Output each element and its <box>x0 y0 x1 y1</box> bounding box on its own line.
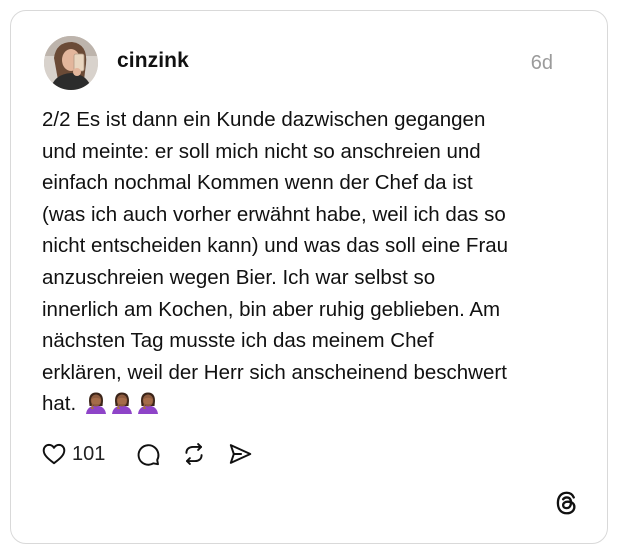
threads-logo[interactable] <box>553 489 581 517</box>
face-palm-woman-emoji <box>110 390 134 415</box>
like-count: 101 <box>72 442 106 465</box>
emoji-group <box>82 392 160 415</box>
action-bar: 101 <box>41 439 253 469</box>
send-icon <box>230 444 252 464</box>
avatar[interactable] <box>44 36 98 90</box>
post-timestamp: 6d <box>530 52 553 74</box>
repost-icon <box>185 443 203 465</box>
comment-bubble-icon <box>137 444 160 466</box>
post-card: cinzink 6d 2/2 Es ist dann ein Kunde daz… <box>10 10 608 544</box>
comment-button[interactable] <box>135 441 161 467</box>
username[interactable]: cinzink <box>117 49 189 73</box>
post-text: 2/2 Es ist dann ein Kunde dazwischen geg… <box>42 108 509 416</box>
share-button[interactable] <box>227 441 253 467</box>
heart-icon <box>42 443 66 465</box>
face-palm-woman-emoji <box>84 390 108 415</box>
post-body: 2/2 Es ist dann ein Kunde dazwischen geg… <box>42 104 582 420</box>
like-button[interactable]: 101 <box>41 441 105 467</box>
avatar-photo <box>44 36 98 90</box>
face-palm-woman-emoji <box>136 390 160 415</box>
repost-button[interactable] <box>181 441 207 467</box>
